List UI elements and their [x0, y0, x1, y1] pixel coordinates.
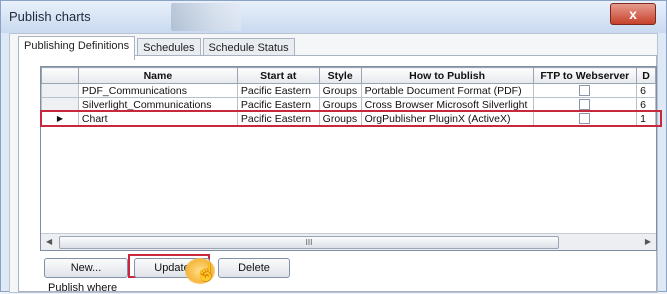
- cell-how-to-publish[interactable]: OrgPublisher PluginX (ActiveX): [360, 111, 534, 126]
- ftp-checkbox[interactable]: [579, 99, 591, 111]
- row-pointer-icon[interactable]: ▶: [41, 111, 79, 126]
- title-bar: Publish charts x: [1, 1, 666, 33]
- table-row[interactable]: PDF_Communications Pacific Eastern Group…: [41, 83, 656, 98]
- tab-publishing-definitions[interactable]: Publishing Definitions: [18, 36, 136, 60]
- cell-start-at[interactable]: Pacific Eastern: [236, 83, 320, 98]
- table-header-row: Name Start at Style How to Publish FTP t…: [41, 67, 656, 84]
- cell-start-at[interactable]: Pacific Eastern: [236, 111, 320, 126]
- publish-where-label: Publish where: [48, 282, 118, 294]
- column-header-how-to-publish[interactable]: How to Publish: [360, 67, 534, 84]
- cell-start-at[interactable]: Pacific Eastern: [236, 97, 320, 112]
- cell-d[interactable]: 1: [636, 111, 656, 126]
- row-header-corner: [41, 67, 79, 84]
- column-header-start-at[interactable]: Start at: [236, 67, 320, 84]
- row-indicator[interactable]: [41, 83, 79, 98]
- ftp-checkbox[interactable]: [579, 113, 591, 125]
- hand-cursor-icon: ☝: [195, 262, 218, 282]
- cell-name[interactable]: Silverlight_Communications: [77, 97, 238, 112]
- definitions-table: Name Start at Style How to Publish FTP t…: [41, 67, 656, 126]
- cell-ftp: [532, 111, 638, 126]
- tab-strip: Publishing Definitions Schedules Schedul…: [18, 36, 297, 60]
- new-button[interactable]: New...: [44, 258, 128, 278]
- column-header-ftp-to-webserver[interactable]: FTP to Webserver: [532, 67, 638, 84]
- scrollbar-thumb[interactable]: III: [59, 236, 559, 249]
- cell-style[interactable]: Groups: [318, 83, 362, 98]
- table-row-selected[interactable]: ▶ Chart Pacific Eastern Groups OrgPublis…: [41, 111, 656, 126]
- cell-how-to-publish[interactable]: Portable Document Format (PDF): [360, 83, 534, 98]
- table-row[interactable]: Silverlight_Communications Pacific Easte…: [41, 97, 656, 112]
- cell-d[interactable]: 6: [636, 97, 656, 112]
- definitions-grid: Name Start at Style How to Publish FTP t…: [40, 66, 657, 251]
- cell-ftp: [532, 83, 638, 98]
- scroll-right-icon[interactable]: ▶: [645, 237, 651, 246]
- window-title: Publish charts: [9, 9, 91, 24]
- column-header-name[interactable]: Name: [77, 67, 238, 84]
- scroll-left-icon[interactable]: ◀: [46, 237, 52, 246]
- ftp-checkbox[interactable]: [579, 85, 591, 97]
- close-button[interactable]: x: [610, 3, 656, 25]
- cell-ftp: [532, 97, 638, 112]
- row-indicator[interactable]: [41, 97, 79, 112]
- cell-style[interactable]: Groups: [318, 97, 362, 112]
- title-background-image: [171, 3, 241, 31]
- column-header-style[interactable]: Style: [318, 67, 362, 84]
- cell-d[interactable]: 6: [636, 83, 656, 98]
- cell-name[interactable]: Chart: [77, 111, 238, 126]
- delete-button[interactable]: Delete: [218, 258, 290, 278]
- close-icon: x: [629, 6, 637, 22]
- cell-name[interactable]: PDF_Communications: [77, 83, 238, 98]
- column-header-d[interactable]: D: [636, 67, 656, 84]
- cell-how-to-publish[interactable]: Cross Browser Microsoft Silverlight: [360, 97, 534, 112]
- cell-style[interactable]: Groups: [318, 111, 362, 126]
- horizontal-scrollbar[interactable]: ◀ III ▶: [41, 233, 656, 250]
